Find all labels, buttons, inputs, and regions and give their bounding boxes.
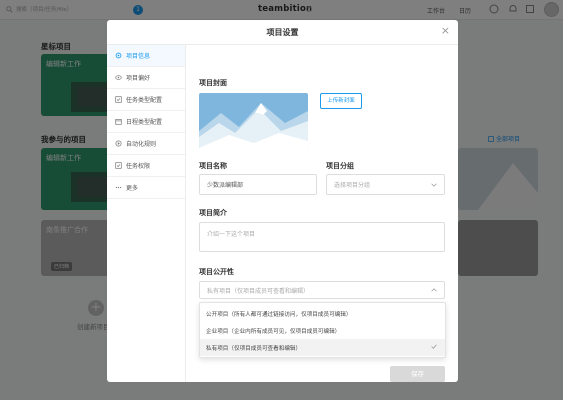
project-name-value: 少数派编辑部 [207,182,244,189]
project-group-select[interactable]: 选择项目分组 [326,174,445,195]
cover-image [199,93,308,148]
visibility-select[interactable]: 私有项目（仅项目成员可查看和编辑） [199,281,445,299]
eye-icon [115,75,122,80]
chevron-up-icon [431,288,437,292]
calendar-icon [115,119,122,125]
project-group-label: 项目分组 [326,162,354,170]
visibility-option-public[interactable]: 公开项目（所有人都可通过链接访问，仅项目成员可编辑） [200,305,445,322]
close-icon[interactable]: × [441,25,450,37]
chevron-down-icon [431,183,437,187]
nav-item-label: 任务权限 [126,163,151,170]
project-settings-modal: 项目设置 × 项目信息 项目偏好 任务类型配置 日程类型配置 自动化规则 任务权… [107,20,458,382]
checkbox-icon [115,162,122,169]
nav-item-label: 自动化规则 [126,141,157,148]
project-name-input[interactable]: 少数派编辑部 [199,174,317,195]
more-icon [115,186,122,189]
settings-content: 项目封面 上传新封面 项目名称 少数派编辑部 项目分组 选择项目分组 项目简介 … [187,45,458,382]
automation-icon [115,140,122,147]
visibility-label: 项目公开性 [199,268,234,276]
project-intro-label: 项目简介 [199,209,227,217]
nav-item-schedule-types[interactable]: 日程类型配置 [107,111,185,133]
option-label: 私有项目（仅项目成员可查看和编辑） [206,345,302,352]
project-intro-textarea[interactable]: 介绍一下这个项目 [199,222,445,252]
checkbox-icon [115,96,122,103]
option-label: 企业项目（企业内所有成员可见，仅项目成员可编辑） [206,328,341,335]
nav-item-label: 更多 [126,185,139,192]
project-group-placeholder: 选择项目分组 [334,182,371,189]
project-name-label: 项目名称 [199,162,227,170]
nav-item-task-types[interactable]: 任务类型配置 [107,89,185,111]
nav-item-project-info[interactable]: 项目信息 [107,45,185,67]
visibility-current-value: 私有项目（仅项目成员可查看和编辑） [207,287,310,295]
modal-title: 项目设置 [266,28,299,37]
nav-item-task-permissions[interactable]: 任务权限 [107,155,185,177]
visibility-option-enterprise[interactable]: 企业项目（企业内所有成员可见，仅项目成员可编辑） [200,322,445,339]
cover-label: 项目封面 [199,79,227,87]
nav-item-label: 项目信息 [126,53,151,60]
check-icon [431,344,437,349]
nav-item-label: 任务类型配置 [126,97,163,104]
nav-item-label: 项目偏好 [126,75,151,82]
project-intro-placeholder: 介绍一下这个项目 [207,231,256,238]
nav-item-label: 日程类型配置 [126,119,163,126]
save-button[interactable]: 保存 [390,366,445,382]
nav-item-more[interactable]: 更多 [107,177,185,199]
settings-nav: 项目信息 项目偏好 任务类型配置 日程类型配置 自动化规则 任务权限 更多 [107,45,186,382]
nav-item-preferences[interactable]: 项目偏好 [107,67,185,89]
mountain-illustration [199,93,308,148]
upload-cover-button[interactable]: 上传新封面 [320,93,362,109]
option-label: 公开项目（所有人都可通过链接访问，仅项目成员可编辑） [206,311,352,318]
visibility-option-private[interactable]: 私有项目（仅项目成员可查看和编辑） [200,339,445,356]
gear-icon [115,52,122,59]
visibility-dropdown: 公开项目（所有人都可通过链接访问，仅项目成员可编辑） 企业项目（企业内所有成员可… [199,302,446,358]
nav-item-automation[interactable]: 自动化规则 [107,133,185,155]
modal-header: 项目设置 × [107,20,458,45]
